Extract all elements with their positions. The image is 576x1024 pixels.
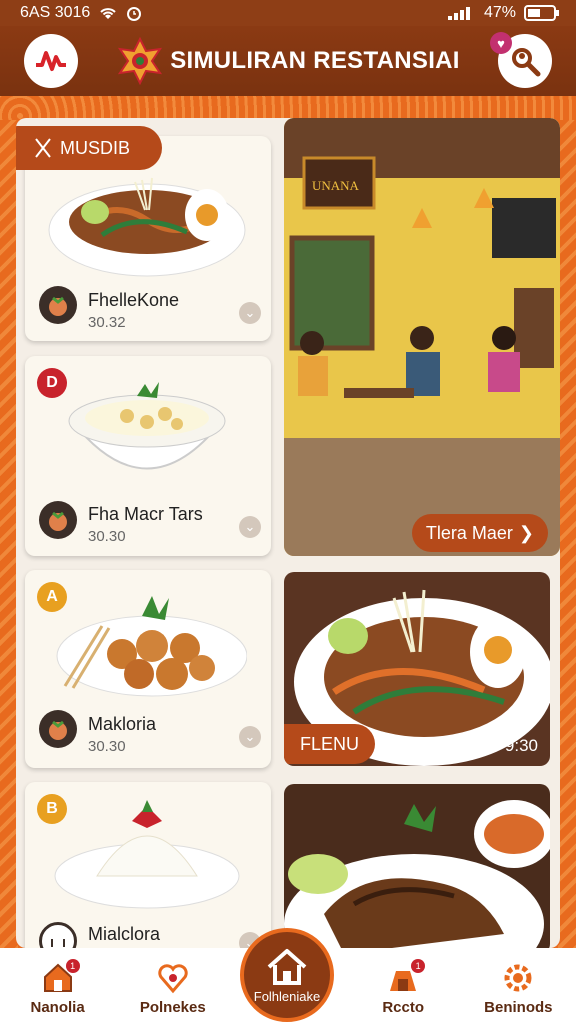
promo-price: 9:30 xyxy=(504,736,538,755)
nav-item-beninods[interactable]: Beninods xyxy=(468,961,568,1016)
app-logo-button[interactable] xyxy=(24,34,78,88)
profile-button[interactable]: ♥ xyxy=(490,32,552,88)
restaurant-interior-image: UNANA xyxy=(284,118,560,556)
view-more-label: Tlera Maer xyxy=(425,522,513,543)
menu-item-name: Mialclora xyxy=(88,924,161,944)
category-label: MUSDIB xyxy=(60,137,131,158)
promo-dish-photo[interactable]: FLENU 9:30 xyxy=(284,572,550,766)
menu-panel: FhelleKone 30.32 ⌄ MUSDIB D Fha Macr Tar… xyxy=(16,118,560,948)
alarm-icon xyxy=(127,7,142,21)
grilled-chicken-image xyxy=(284,800,550,948)
fruit-icon xyxy=(49,296,67,316)
right-pattern xyxy=(558,120,576,948)
home-label: Folhleniake xyxy=(253,988,321,1004)
nav-label: Nanolia xyxy=(30,999,85,1016)
signal-icon xyxy=(447,7,470,20)
menu-card[interactable]: D Fha Macr Tars 30.30 ⌄ xyxy=(25,356,271,556)
status-bar: 6AS 3016 47% xyxy=(0,0,576,26)
chevron-down-icon[interactable]: ⌄ xyxy=(239,302,261,324)
menu-card[interactable]: A Makloria 30.30 ⌄ xyxy=(25,570,271,768)
menu-item-name: Fha Macr Tars xyxy=(88,504,203,524)
menu-item-name: FhelleKone xyxy=(88,290,180,310)
app-title: SIMULIRAN RESTANSIAI xyxy=(170,47,460,74)
status-time: 6AS 3016 xyxy=(20,4,91,21)
plate-icon xyxy=(51,939,65,947)
category-tag[interactable]: MUSDIB xyxy=(16,126,162,170)
battery-icon xyxy=(524,5,559,21)
promo-label: FLENU xyxy=(300,733,360,754)
menu-item-price: 30.30 xyxy=(88,528,126,545)
chevron-down-icon[interactable]: ⌄ xyxy=(239,726,261,748)
notification-dot: 1 xyxy=(65,959,80,973)
menu-item-name: Makloria xyxy=(88,714,157,734)
nav-item-rccto[interactable]: 1 Rccto xyxy=(353,959,453,1016)
chevron-down-icon[interactable]: ⌄ xyxy=(239,516,261,538)
fruit-icon xyxy=(49,720,67,740)
promo-label-tag: FLENU xyxy=(284,724,376,764)
pulse-logo-icon xyxy=(36,51,66,71)
nav-label: Beninods xyxy=(484,999,553,1016)
heart-pin-icon xyxy=(158,964,188,994)
profile-badge: ♥ xyxy=(490,32,512,54)
gear-icon xyxy=(504,964,532,992)
menu-item-icon xyxy=(39,710,77,748)
menu-item-icon xyxy=(39,501,77,539)
header-pattern xyxy=(0,96,576,120)
profile-search-icon xyxy=(512,48,541,77)
battery-percent: 47% xyxy=(483,4,516,21)
fried-balls-image xyxy=(56,596,247,697)
arrow-right-icon: ❯ xyxy=(518,522,534,543)
brand: SIMULIRAN RESTANSIAI xyxy=(116,37,460,85)
menu-item-price: 30.30 xyxy=(88,738,126,755)
utensils-icon xyxy=(35,138,51,158)
nav-label: Rccto xyxy=(382,999,424,1016)
fruit-icon xyxy=(49,511,67,531)
menu-item-price: 30.32 xyxy=(88,314,126,331)
nav-item-nanolia[interactable]: 1 Nanolia xyxy=(8,959,108,1016)
menu-item-icon xyxy=(39,922,77,948)
home-icon xyxy=(267,948,307,985)
rice-plate-image xyxy=(54,800,240,909)
menu-card[interactable]: B Mialclora ⌄ xyxy=(25,782,271,948)
view-more-button[interactable]: Tlera Maer ❯ xyxy=(411,514,548,552)
sign-text: UNANA xyxy=(312,178,360,193)
nav-label: Polnekes xyxy=(139,999,206,1016)
restaurant-photo[interactable]: UNANA Tlera Maer ❯ xyxy=(284,118,560,556)
nav-item-polnekes[interactable]: Polnekes xyxy=(123,961,223,1016)
menu-item-icon xyxy=(39,286,77,324)
flower-emblem-icon xyxy=(118,37,163,85)
app-header: SIMULIRAN RESTANSIAI ♥ xyxy=(0,26,576,96)
rice-bowl-image xyxy=(68,382,226,470)
grilled-dish-photo[interactable] xyxy=(284,784,550,948)
notification-dot: 1 xyxy=(411,959,426,973)
home-button[interactable]: Folhleniake xyxy=(240,928,334,1022)
wifi-icon xyxy=(100,8,116,19)
